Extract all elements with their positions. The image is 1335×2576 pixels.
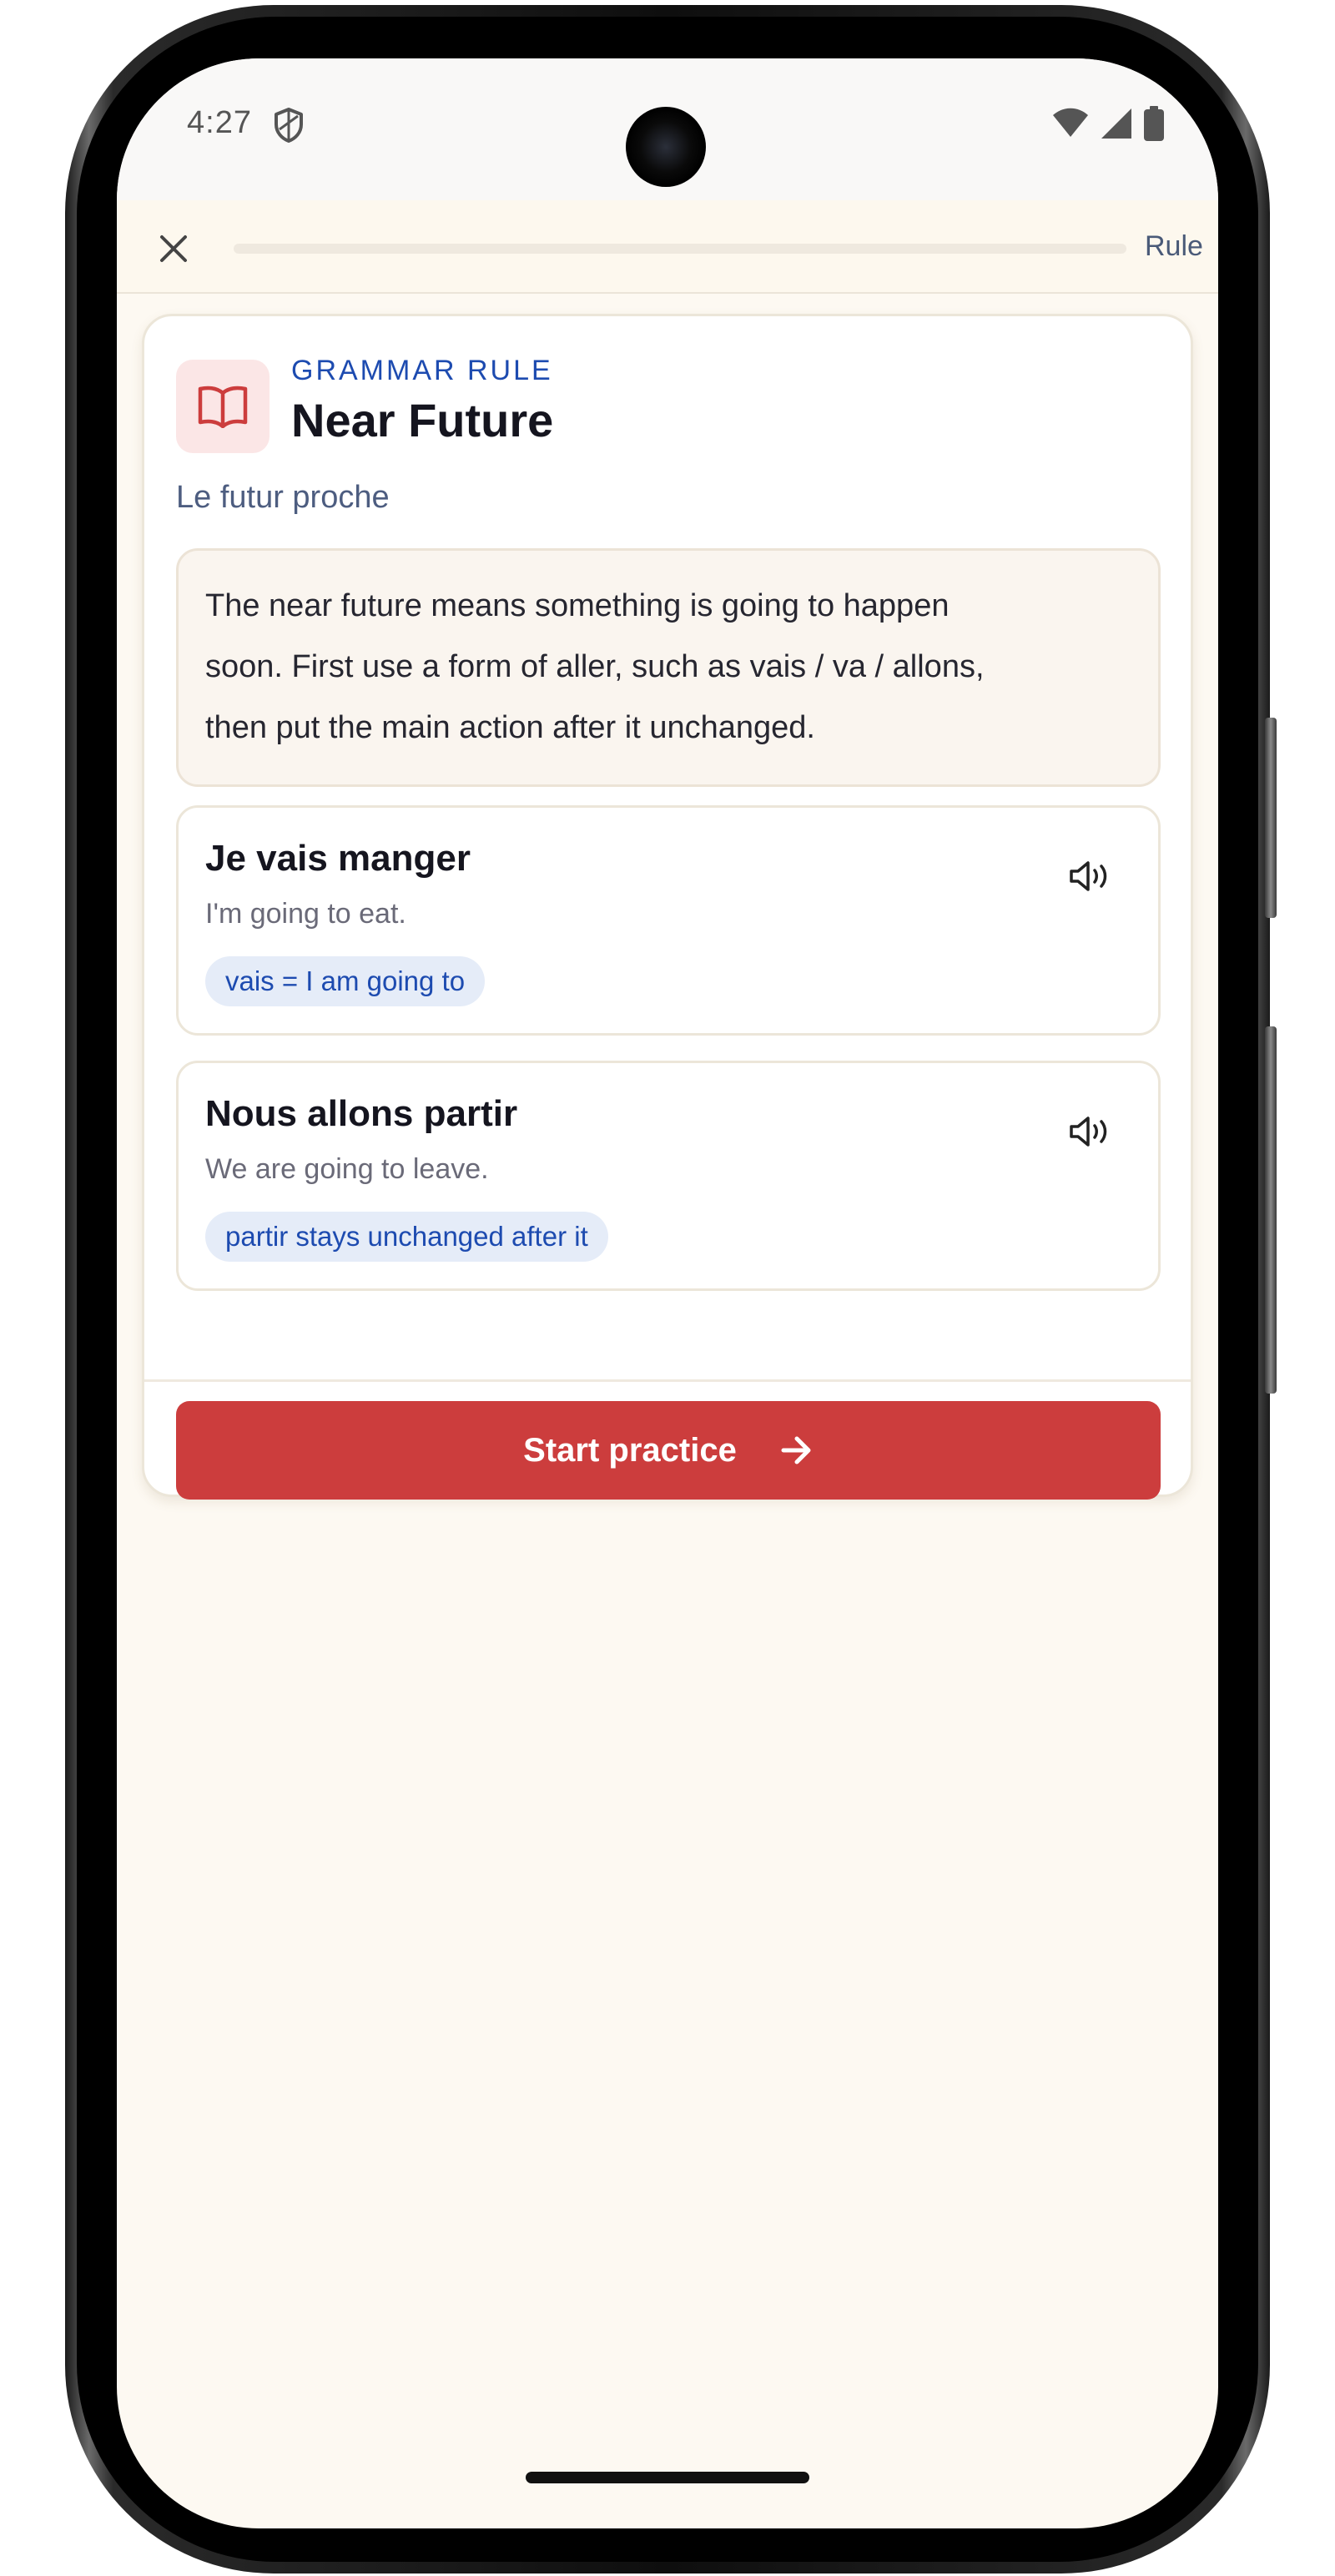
example-phrase: Je vais manger <box>205 838 471 879</box>
example-card: Nous allons partir We are going to leave… <box>176 1061 1161 1291</box>
example-card: Je vais manger I'm going to eat. vais = … <box>176 805 1161 1036</box>
volume-button <box>1265 1026 1277 1394</box>
arrow-right-icon <box>781 1436 811 1464</box>
example-phrase: Nous allons partir <box>205 1093 518 1134</box>
card-divider <box>144 1379 1191 1382</box>
step-label: Rule <box>1145 230 1203 262</box>
battery-icon <box>1143 105 1165 145</box>
example-translation: We are going to leave. <box>205 1153 489 1185</box>
home-indicator[interactable] <box>526 2472 809 2483</box>
shield-icon <box>272 107 305 144</box>
rule-explanation: The near future means something is going… <box>176 548 1161 787</box>
example-note-chip: partir stays unchanged after it <box>205 1212 608 1262</box>
example-translation: I'm going to eat. <box>205 898 406 930</box>
speaker-icon <box>1070 1117 1107 1147</box>
close-icon <box>160 235 187 262</box>
play-audio-button[interactable] <box>1065 1108 1115 1155</box>
open-book-icon <box>198 386 248 428</box>
speaker-icon <box>1070 861 1107 891</box>
grammar-rule-card: GRAMMAR RULE Near Future Le futur proche… <box>142 314 1193 1500</box>
example-note-chip: vais = I am going to <box>205 956 486 1006</box>
wifi-icon <box>1051 107 1090 144</box>
explanation-line: The near future means something is going… <box>205 588 950 623</box>
cellular-signal-icon <box>1100 107 1133 144</box>
lesson-progress-bar <box>234 244 1126 254</box>
rule-title: Near Future <box>291 394 554 446</box>
play-audio-button[interactable] <box>1065 853 1115 900</box>
close-button[interactable] <box>154 229 194 269</box>
rule-subtitle: Le futur proche <box>176 480 390 515</box>
start-practice-label: Start practice <box>523 1431 737 1469</box>
explanation-line: soon. First use a form of aller, such as… <box>205 649 985 684</box>
status-time: 4:27 <box>187 105 252 140</box>
phone-screen: 4:27 Rule GRAMMAR RULE Near Future Le fu… <box>117 58 1218 2528</box>
status-bar: 4:27 <box>117 58 1218 200</box>
lesson-header: Rule <box>117 200 1218 294</box>
rule-icon-tile <box>176 360 270 453</box>
status-icons <box>1051 105 1165 145</box>
explanation-line: then put the main action after it unchan… <box>205 710 815 745</box>
rule-eyebrow: GRAMMAR RULE <box>291 355 553 386</box>
start-practice-button[interactable]: Start practice <box>176 1401 1161 1500</box>
front-camera <box>626 107 706 187</box>
power-button <box>1265 718 1277 918</box>
